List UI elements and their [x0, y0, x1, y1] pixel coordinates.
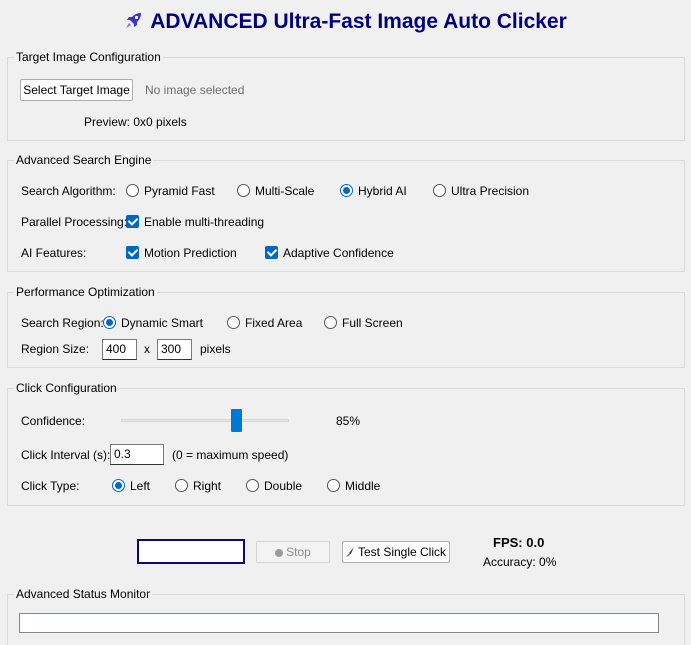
record-icon: [275, 549, 284, 557]
target-image-group: Target Image Configuration Select Target…: [7, 49, 685, 141]
stop-button[interactable]: Stop: [256, 541, 330, 563]
radio-hybrid-ai[interactable]: [340, 184, 353, 197]
search-algorithm-label: Search Algorithm:: [21, 184, 116, 198]
confidence-value: 85%: [336, 414, 361, 428]
accuracy-readout: Accuracy: 0%: [483, 555, 557, 569]
click-interval-label: Click Interval (s):: [21, 448, 111, 462]
performance-group: Performance Optimization Search Region: …: [7, 284, 685, 368]
radio-click-right-label[interactable]: Right: [193, 478, 221, 494]
ai-features-label: AI Features:: [21, 246, 87, 260]
region-width-input[interactable]: 400: [102, 339, 137, 360]
test-single-click-label: Test Single Click: [357, 545, 447, 559]
brush-icon: [345, 543, 355, 563]
no-image-label: No image selected: [145, 83, 245, 97]
region-height-input[interactable]: 300: [157, 339, 192, 360]
radio-full-screen-label[interactable]: Full Screen: [342, 315, 403, 331]
region-size-unit: pixels: [200, 342, 231, 356]
radio-click-double-label[interactable]: Double: [264, 478, 302, 494]
multithreading-checkbox[interactable]: [126, 215, 139, 228]
radio-fixed-area-label[interactable]: Fixed Area: [245, 315, 302, 331]
search-engine-legend: Advanced Search Engine: [14, 152, 154, 168]
parallel-processing-label: Parallel Processing:: [21, 215, 128, 229]
radio-multi-scale[interactable]: [237, 184, 250, 197]
status-monitor-legend: Advanced Status Monitor: [14, 586, 153, 602]
click-type-label: Click Type:: [21, 479, 80, 493]
radio-ultra-precision-label[interactable]: Ultra Precision: [451, 183, 529, 199]
radio-click-left[interactable]: [112, 479, 125, 492]
status-monitor-textbox[interactable]: [19, 613, 659, 633]
radio-click-left-label[interactable]: Left: [130, 478, 150, 494]
search-engine-group: Advanced Search Engine Search Algorithm:…: [7, 152, 685, 272]
motion-prediction-label[interactable]: Motion Prediction: [144, 245, 237, 261]
click-config-group: Click Configuration Confidence: 85% Clic…: [7, 380, 685, 506]
radio-full-screen[interactable]: [324, 316, 337, 329]
select-target-image-button[interactable]: Select Target Image: [20, 79, 133, 101]
motion-prediction-checkbox[interactable]: [126, 246, 139, 259]
start-button[interactable]: [137, 539, 245, 564]
confidence-label: Confidence:: [21, 414, 86, 428]
region-size-separator: x: [144, 342, 150, 356]
test-single-click-button[interactable]: Test Single Click: [342, 541, 450, 563]
target-image-legend: Target Image Configuration: [14, 49, 163, 65]
radio-hybrid-ai-label[interactable]: Hybrid AI: [358, 183, 407, 199]
radio-dynamic-smart[interactable]: [103, 316, 116, 329]
confidence-slider-thumb[interactable]: [231, 409, 242, 432]
rocket-icon: [124, 10, 144, 36]
stop-button-label: Stop: [286, 545, 311, 559]
search-region-label: Search Region:: [21, 316, 104, 330]
app-title: ADVANCED Ultra-Fast Image Auto Clicker: [0, 10, 691, 36]
fps-readout: FPS: 0.0: [493, 535, 545, 550]
status-monitor-group: Advanced Status Monitor: [7, 586, 685, 645]
radio-click-middle-label[interactable]: Middle: [345, 478, 380, 494]
adaptive-confidence-label[interactable]: Adaptive Confidence: [283, 245, 394, 261]
confidence-slider[interactable]: [121, 409, 289, 433]
region-size-label: Region Size:: [21, 342, 90, 356]
radio-dynamic-smart-label[interactable]: Dynamic Smart: [121, 315, 203, 331]
click-interval-input[interactable]: 0.3: [110, 444, 164, 465]
radio-multi-scale-label[interactable]: Multi-Scale: [255, 183, 314, 199]
performance-legend: Performance Optimization: [14, 284, 157, 300]
radio-click-middle[interactable]: [327, 479, 340, 492]
confidence-slider-track: [121, 419, 289, 422]
app-title-text: ADVANCED Ultra-Fast Image Auto Clicker: [150, 10, 567, 33]
click-config-legend: Click Configuration: [14, 380, 119, 396]
multithreading-label[interactable]: Enable multi-threading: [144, 214, 264, 230]
radio-click-right[interactable]: [175, 479, 188, 492]
radio-click-double[interactable]: [246, 479, 259, 492]
adaptive-confidence-checkbox[interactable]: [265, 246, 278, 259]
radio-pyramid-fast[interactable]: [126, 184, 139, 197]
radio-fixed-area[interactable]: [227, 316, 240, 329]
preview-label: Preview: 0x0 pixels: [84, 115, 187, 129]
radio-ultra-precision[interactable]: [433, 184, 446, 197]
click-interval-hint: (0 = maximum speed): [172, 448, 289, 462]
radio-pyramid-fast-label[interactable]: Pyramid Fast: [144, 183, 215, 199]
